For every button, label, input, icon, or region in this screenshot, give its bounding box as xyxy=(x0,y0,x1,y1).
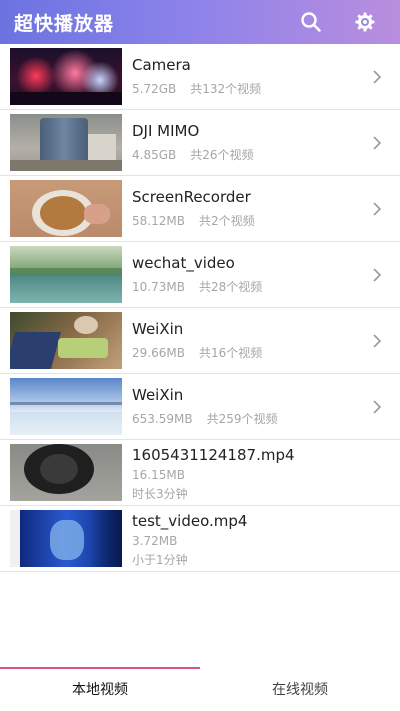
file-name: test_video.mp4 xyxy=(132,512,248,530)
folder-video-count: 共259个视频 xyxy=(206,412,278,426)
app-title: 超快播放器 xyxy=(14,12,115,35)
video-list: Camera 5.72GB 共132个视频 DJI MIMO 4.85GB 共26个… xyxy=(0,44,400,572)
folder-thumbnail xyxy=(10,48,122,105)
folder-size: 5.72GB xyxy=(132,82,177,96)
folder-size: 653.59MB xyxy=(132,412,193,426)
tab-local-videos[interactable]: 本地视频 xyxy=(0,667,200,711)
folder-thumbnail xyxy=(10,312,122,369)
folder-video-count: 共28个视频 xyxy=(198,280,263,294)
settings-gear-icon xyxy=(355,12,375,32)
folder-row-wechat-video[interactable]: wechat_video 10.73MB 共28个视频 xyxy=(0,242,400,308)
file-size: 16.15MB xyxy=(132,468,185,482)
tab-online-videos[interactable]: 在线视频 xyxy=(200,667,400,711)
folder-name: WeiXin xyxy=(132,386,184,404)
folder-name: ScreenRecorder xyxy=(132,188,251,206)
app-bar: 超快播放器 xyxy=(0,0,400,44)
chevron-right-icon xyxy=(373,136,382,150)
chevron-right-icon xyxy=(373,334,382,348)
file-thumbnail xyxy=(10,444,122,501)
folder-name: DJI MIMO xyxy=(132,122,200,140)
folder-thumbnail xyxy=(10,378,122,435)
chevron-right-icon xyxy=(373,268,382,282)
folder-meta: 5.72GB 共132个视频 xyxy=(132,80,261,97)
search-icon xyxy=(301,12,321,32)
folder-size: 4.85GB xyxy=(132,148,177,162)
folder-thumbnail xyxy=(10,180,122,237)
folder-name: wechat_video xyxy=(132,254,235,272)
settings-button[interactable] xyxy=(350,7,380,37)
folder-video-count: 共26个视频 xyxy=(190,148,254,162)
folder-meta: 10.73MB 共28个视频 xyxy=(132,278,262,295)
folder-size: 10.73MB xyxy=(132,280,185,294)
folder-row-camera[interactable]: Camera 5.72GB 共132个视频 xyxy=(0,44,400,110)
folder-name: WeiXin xyxy=(132,320,184,338)
folder-row-dji-mimo[interactable]: DJI MIMO 4.85GB 共26个视频 xyxy=(0,110,400,176)
folder-meta: 653.59MB 共259个视频 xyxy=(132,410,277,427)
file-row-test-video[interactable]: test_video.mp4 3.72MB 小于1分钟 xyxy=(0,506,400,572)
file-duration: 小于1分钟 xyxy=(132,553,188,567)
folder-meta: 29.66MB 共16个视频 xyxy=(132,344,262,361)
file-size: 3.72MB xyxy=(132,534,178,548)
folder-size: 58.12MB xyxy=(132,214,185,228)
folder-row-screenrecorder[interactable]: ScreenRecorder 58.12MB 共2个视频 xyxy=(0,176,400,242)
file-row-1605431124187[interactable]: 1605431124187.mp4 16.15MB 时长3分钟 xyxy=(0,440,400,506)
folder-thumbnail xyxy=(10,246,122,303)
folder-video-count: 共132个视频 xyxy=(190,82,262,96)
file-duration: 时长3分钟 xyxy=(132,487,188,501)
folder-row-weixin-2[interactable]: WeiXin 653.59MB 共259个视频 xyxy=(0,374,400,440)
chevron-right-icon xyxy=(373,400,382,414)
app-bar-actions xyxy=(296,0,400,44)
folder-meta: 58.12MB 共2个视频 xyxy=(132,212,255,229)
file-thumbnail xyxy=(10,510,122,567)
folder-meta: 4.85GB 共26个视频 xyxy=(132,146,254,163)
file-name: 1605431124187.mp4 xyxy=(132,446,295,464)
folder-size: 29.66MB xyxy=(132,346,185,360)
chevron-right-icon xyxy=(373,70,382,84)
chevron-right-icon xyxy=(373,202,382,216)
folder-video-count: 共16个视频 xyxy=(198,346,263,360)
folder-row-weixin[interactable]: WeiXin 29.66MB 共16个视频 xyxy=(0,308,400,374)
search-button[interactable] xyxy=(296,7,326,37)
bottom-tab-bar: 本地视频 在线视频 xyxy=(0,667,400,711)
folder-video-count: 共2个视频 xyxy=(198,214,255,228)
folder-name: Camera xyxy=(132,56,191,74)
folder-thumbnail xyxy=(10,114,122,171)
